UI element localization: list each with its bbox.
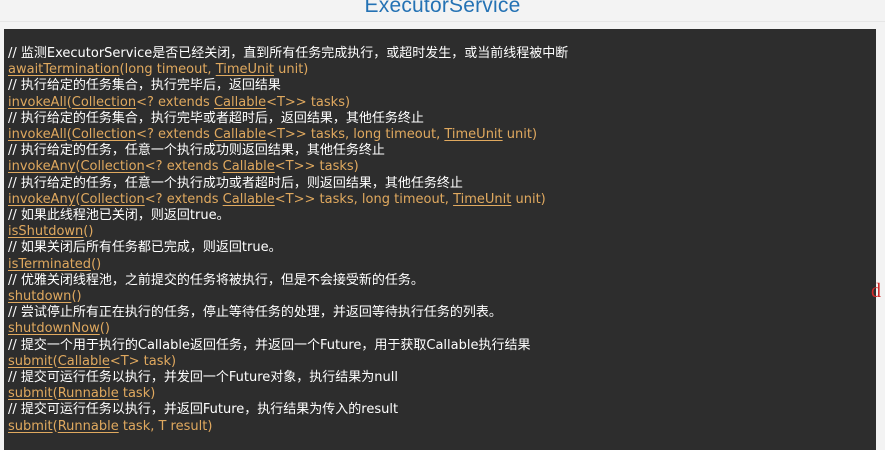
method-name: invokeAll — [8, 94, 67, 110]
method-signature-line: invokeAny(Collection<? extends Callable<… — [8, 192, 568, 208]
code-text: unit) — [273, 62, 309, 78]
code-text: <T>> tasks) — [266, 94, 351, 110]
type-name: Runnable — [57, 418, 119, 434]
type-name: Collection — [80, 191, 145, 207]
method-name: invokeAny — [8, 159, 76, 175]
code-text: <? extends — [136, 94, 214, 110]
code-text: <? extends — [136, 127, 214, 143]
method-signature-line: awaitTermination(long timeout, TimeUnit … — [8, 62, 568, 78]
code-text: <? extends — [144, 159, 223, 175]
code-comment-line: // 提交可运行任务以执行，并返回Future，执行结果为传入的result — [8, 402, 399, 418]
code-comment-line: // 如果此线程池已关闭，则返回true。 — [8, 208, 230, 224]
method-signature-line: submit(Callable<T> task) — [8, 354, 568, 370]
type-name: Callable — [213, 94, 267, 110]
code-text: unit) — [511, 191, 546, 207]
type-name: Collection — [80, 159, 145, 175]
side-mark: d — [871, 280, 881, 302]
method-name: submit — [8, 353, 53, 369]
type-name: TimeUnit — [453, 191, 512, 207]
method-signature-line: invokeAll(Collection<? extends Callable<… — [8, 127, 568, 143]
code-text: <T>> tasks) — [274, 159, 359, 175]
code-text: () — [99, 321, 110, 337]
method-name: invokeAny — [8, 191, 76, 207]
method-name: shutdown — [8, 289, 72, 305]
method-name: submit — [8, 386, 53, 402]
code-comment-line: // 优雅关闭线程池，之前提交的任务将被执行，但是不会接受新的任务。 — [8, 272, 424, 288]
code-comment-line: // 执行给定的任务，任意一个执行成功或者超时后，则返回结果，其他任务终止 — [8, 175, 463, 191]
type-name: Collection — [71, 94, 137, 110]
type-name: Callable — [213, 127, 267, 143]
page-title: ExecutorService — [364, 0, 521, 17]
method-name: invokeAll — [8, 127, 67, 143]
code-comment-line: // 监测ExecutorService是否已经关闭，直到所有任务完成执行，或超… — [8, 46, 569, 61]
method-name: isTerminated — [8, 256, 92, 272]
type-name: Callable — [57, 353, 110, 369]
type-name: Callable — [222, 191, 275, 207]
method-name: submit — [8, 418, 53, 434]
code-text: task, T result) — [118, 418, 213, 434]
code-text: <T>> tasks, long timeout, — [274, 191, 454, 207]
code-comment-line: // 提交一个用于执行的Callable返回任务，并返回一个Future，用于获… — [8, 337, 531, 353]
method-signature-line: invokeAll(Collection<? extends Callable<… — [8, 95, 568, 111]
method-signature-line: isTerminated() — [8, 257, 568, 273]
code-text: (long timeout, — [119, 62, 216, 78]
type-name: Runnable — [57, 386, 119, 402]
title-divider — [0, 21, 885, 22]
type-name: Collection — [71, 127, 137, 143]
code-comment-line: // 提交可运行任务以执行，并发回一个Future对象，执行结果为null — [8, 370, 398, 386]
method-signature-line: invokeAny(Collection<? extends Callable<… — [8, 159, 568, 175]
type-name: TimeUnit — [215, 62, 274, 78]
code-text: <T> task) — [109, 353, 177, 369]
method-signature-line: isShutdown() — [8, 224, 568, 240]
code-comment-line: // 如果关闭后所有任务都已完成，则返回true。 — [8, 240, 282, 256]
method-signature-line: shutdownNow() — [8, 321, 568, 337]
type-name: TimeUnit — [444, 127, 503, 143]
method-name: shutdownNow — [8, 321, 100, 337]
code-comment-line: // 尝试停止所有正在执行的任务，停止等待任务的处理，并返回等待执行任务的列表。 — [8, 305, 502, 321]
method-name: awaitTermination — [8, 62, 120, 78]
code-lines: // 监测ExecutorService是否已经关闭，直到所有任务完成执行，或超… — [8, 46, 568, 435]
code-text: () — [91, 256, 102, 272]
code-comment-line: // 执行给定的任务，任意一个执行成功则返回结果，其他任务终止 — [8, 143, 385, 159]
code-comment-line: // 执行给定的任务集合，执行完毕后，返回结果 — [8, 78, 281, 94]
code-text: () — [71, 289, 82, 305]
code-text: <T>> tasks, long timeout, — [266, 127, 445, 143]
code-panel: // 监测ExecutorService是否已经关闭，直到所有任务完成执行，或超… — [4, 29, 876, 450]
code-text: () — [83, 224, 94, 240]
method-signature-line: submit(Runnable task) — [8, 386, 568, 402]
code-text: <? extends — [144, 191, 223, 207]
method-name: isShutdown — [8, 224, 84, 240]
code-comment-line: // 执行给定的任务集合，执行完毕或者超时后，返回结果，其他任务终止 — [8, 110, 424, 126]
code-text: unit) — [502, 127, 538, 143]
method-signature-line: shutdown() — [8, 289, 568, 305]
type-name: Callable — [222, 159, 275, 175]
method-signature-line: submit(Runnable task, T result) — [8, 419, 568, 435]
code-text: task) — [118, 386, 156, 402]
